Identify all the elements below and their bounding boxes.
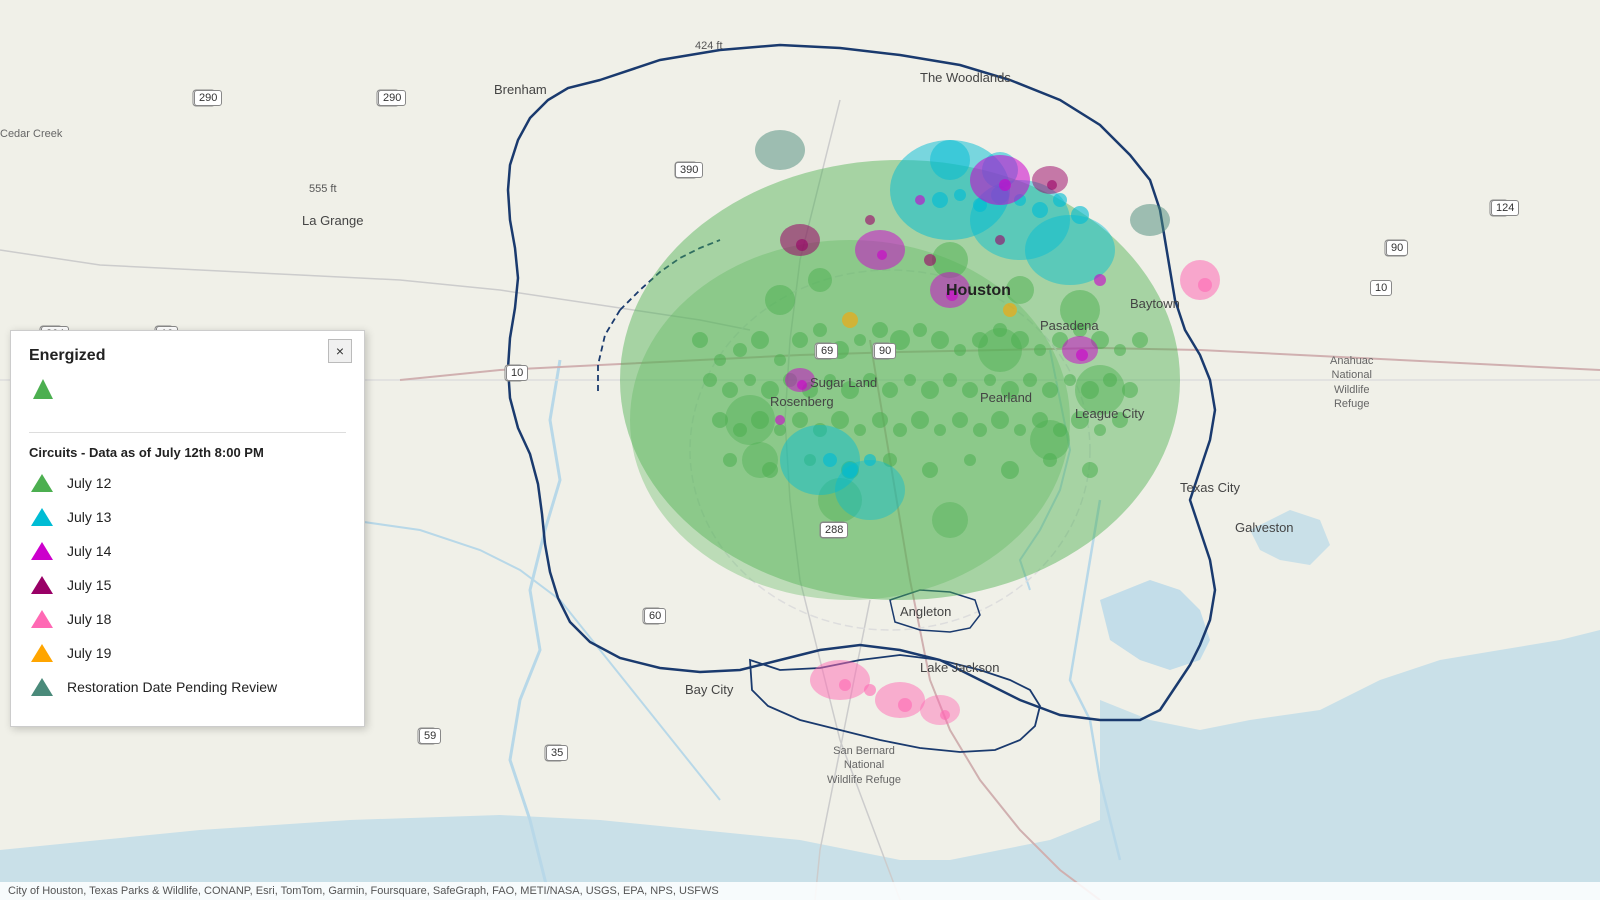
july18-swatch	[29, 606, 55, 632]
july14-swatch	[29, 538, 55, 564]
pending-swatch	[29, 674, 55, 700]
legend-item-july14: July 14	[29, 538, 346, 564]
july15-swatch	[29, 572, 55, 598]
legend-item-pending: Restoration Date Pending Review	[29, 674, 346, 700]
july19-swatch	[29, 640, 55, 666]
july12-label: July 12	[67, 475, 111, 491]
legend-energized-title: Energized	[29, 347, 346, 365]
close-button[interactable]: ×	[328, 339, 352, 363]
july13-swatch	[29, 504, 55, 530]
legend-item-july19: July 19	[29, 640, 346, 666]
energized-icon	[29, 375, 57, 403]
july15-label: July 15	[67, 577, 111, 593]
legend-item-july18: July 18	[29, 606, 346, 632]
attribution-bar: City of Houston, Texas Parks & Wildlife,…	[0, 882, 1600, 900]
legend-item-july13: July 13	[29, 504, 346, 530]
july18-label: July 18	[67, 611, 111, 627]
map-container: Houston The Woodlands Pasadena Baytown L…	[0, 0, 1600, 900]
legend-circuits-subtitle: Circuits - Data as of July 12th 8:00 PM	[29, 445, 346, 460]
july13-label: July 13	[67, 509, 111, 525]
july12-swatch	[29, 470, 55, 496]
july19-label: July 19	[67, 645, 111, 661]
pending-label: Restoration Date Pending Review	[67, 679, 277, 695]
july14-label: July 14	[67, 543, 111, 559]
legend-panel: × Energized Circuits - Data as of July 1…	[10, 330, 365, 727]
legend-item-july15: July 15	[29, 572, 346, 598]
legend-item-july12: July 12	[29, 470, 346, 496]
